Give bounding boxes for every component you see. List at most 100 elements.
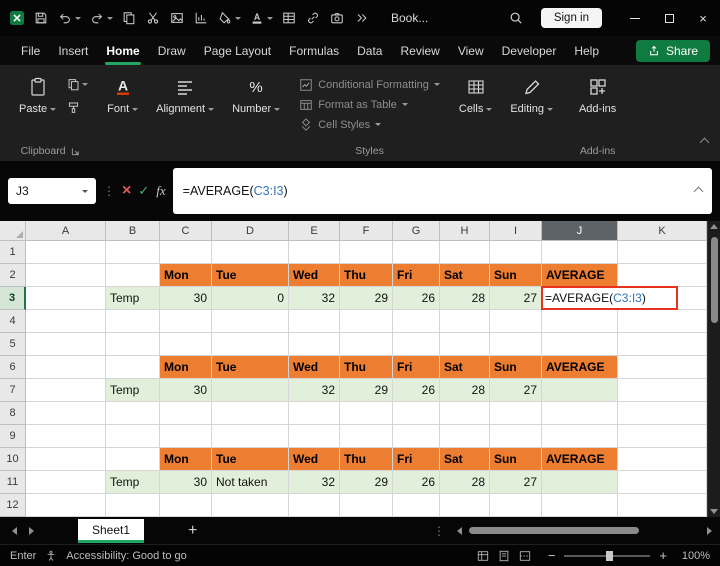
cell-D7[interactable] [212, 379, 289, 402]
cell-H3[interactable]: 28 [440, 287, 490, 310]
collapse-ribbon-button[interactable] [699, 133, 710, 151]
cell-A4[interactable] [26, 310, 106, 333]
column-header-J[interactable]: J [542, 221, 618, 241]
cancel-button[interactable]: × [122, 183, 131, 199]
cell-G3[interactable]: 26 [393, 287, 440, 310]
cell-J3[interactable]: =AVERAGE(C3:I3) [541, 286, 678, 310]
paint-bucket-button[interactable] [216, 10, 241, 27]
cell-K10[interactable] [618, 448, 707, 471]
cell-C9[interactable] [160, 425, 212, 448]
cell-G4[interactable] [393, 310, 440, 333]
cell-E4[interactable] [289, 310, 340, 333]
cell-I8[interactable] [490, 402, 542, 425]
cell-D9[interactable] [212, 425, 289, 448]
cell-C12[interactable] [160, 494, 212, 517]
cell-K12[interactable] [618, 494, 707, 517]
accessibility-icon[interactable] [45, 550, 57, 562]
cell-K11[interactable] [618, 471, 707, 494]
column-header-I[interactable]: I [490, 221, 542, 241]
ribbon-tab-view[interactable]: View [449, 37, 493, 65]
ribbon-tab-help[interactable]: Help [565, 37, 608, 65]
row-header-6[interactable]: 6 [0, 356, 26, 379]
cell-A1[interactable] [26, 241, 106, 264]
cell-I4[interactable] [490, 310, 542, 333]
cell-F8[interactable] [340, 402, 393, 425]
cell-B7[interactable]: Temp [106, 379, 160, 402]
ribbon-tab-data[interactable]: Data [348, 37, 391, 65]
cell-E8[interactable] [289, 402, 340, 425]
format-as-table-button[interactable]: Format as Table [299, 95, 408, 114]
cell-J2[interactable]: AVERAGE [542, 264, 618, 287]
cell-H1[interactable] [440, 241, 490, 264]
cell-J6[interactable]: AVERAGE [542, 356, 618, 379]
cell-I6[interactable]: Sun [490, 356, 542, 379]
cell-K9[interactable] [618, 425, 707, 448]
cell-A9[interactable] [26, 425, 106, 448]
cell-K8[interactable] [618, 402, 707, 425]
scroll-down-icon[interactable] [710, 509, 718, 514]
cell-F7[interactable]: 29 [340, 379, 393, 402]
scroll-left-icon[interactable] [457, 526, 462, 535]
row-header-12[interactable]: 12 [0, 494, 26, 517]
cell-E1[interactable] [289, 241, 340, 264]
select-all-button[interactable] [0, 221, 26, 241]
column-header-C[interactable]: C [160, 221, 212, 241]
column-header-E[interactable]: E [289, 221, 340, 241]
row-header-1[interactable]: 1 [0, 241, 26, 264]
paste-button[interactable]: Paste [12, 71, 63, 118]
cell-E7[interactable]: 32 [289, 379, 340, 402]
ribbon-tab-insert[interactable]: Insert [49, 37, 97, 65]
cell-E9[interactable] [289, 425, 340, 448]
cell-I5[interactable] [490, 333, 542, 356]
cell-B4[interactable] [106, 310, 160, 333]
cell-I9[interactable] [490, 425, 542, 448]
cell-A11[interactable] [26, 471, 106, 494]
cell-D12[interactable] [212, 494, 289, 517]
cell-E2[interactable]: Wed [289, 264, 340, 287]
zoom-level[interactable]: 100% [676, 550, 710, 562]
zoom-slider-thumb[interactable] [605, 550, 613, 561]
ribbon-tab-formulas[interactable]: Formulas [280, 37, 348, 65]
column-header-H[interactable]: H [440, 221, 490, 241]
cell-F6[interactable]: Thu [340, 356, 393, 379]
cell-I12[interactable] [490, 494, 542, 517]
cell-D1[interactable] [212, 241, 289, 264]
scroll-up-icon[interactable] [710, 224, 718, 229]
cell-I10[interactable]: Sun [490, 448, 542, 471]
ribbon-tab-draw[interactable]: Draw [149, 37, 195, 65]
cell-H9[interactable] [440, 425, 490, 448]
cell-G11[interactable]: 26 [393, 471, 440, 494]
search-icon[interactable] [508, 10, 525, 27]
cell-C1[interactable] [160, 241, 212, 264]
cell-C4[interactable] [160, 310, 212, 333]
cell-E3[interactable]: 32 [289, 287, 340, 310]
cell-A2[interactable] [26, 264, 106, 287]
image-button[interactable] [168, 10, 185, 27]
row-header-3[interactable]: 3 [0, 287, 26, 310]
cell-F2[interactable]: Thu [340, 264, 393, 287]
column-header-F[interactable]: F [340, 221, 393, 241]
column-header-D[interactable]: D [212, 221, 289, 241]
cell-G6[interactable]: Fri [393, 356, 440, 379]
redo-button[interactable] [88, 10, 113, 27]
cell-B11[interactable]: Temp [106, 471, 160, 494]
row-header-8[interactable]: 8 [0, 402, 26, 425]
cell-D10[interactable]: Tue [212, 448, 289, 471]
cell-G7[interactable]: 26 [393, 379, 440, 402]
ribbon-tab-developer[interactable]: Developer [493, 37, 566, 65]
cell-K1[interactable] [618, 241, 707, 264]
ribbon-tab-review[interactable]: Review [391, 37, 448, 65]
cell-F4[interactable] [340, 310, 393, 333]
cell-C3[interactable]: 30 [160, 287, 212, 310]
cell-E12[interactable] [289, 494, 340, 517]
column-header-B[interactable]: B [106, 221, 160, 241]
cell-C8[interactable] [160, 402, 212, 425]
share-button[interactable]: Share [635, 39, 710, 62]
row-header-5[interactable]: 5 [0, 333, 26, 356]
column-header-A[interactable]: A [26, 221, 106, 241]
row-header-2[interactable]: 2 [0, 264, 26, 287]
next-sheet-button[interactable] [29, 526, 34, 535]
cell-J1[interactable] [542, 241, 618, 264]
cell-B3[interactable]: Temp [106, 287, 160, 310]
addins-button[interactable]: Add-ins [572, 71, 623, 118]
